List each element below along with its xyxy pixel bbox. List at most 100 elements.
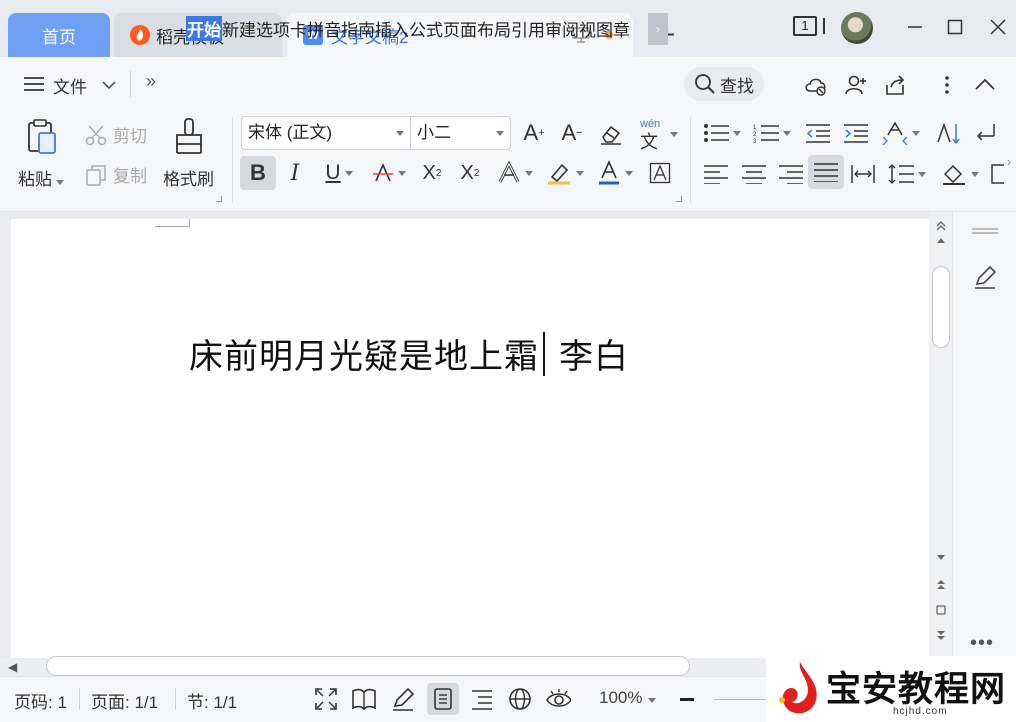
justify-icon[interactable] [808,155,844,189]
tab-new-option[interactable]: 新建选项卡 [222,16,307,41]
strikethrough-icon [373,163,393,182]
export-share-icon[interactable] [883,73,909,99]
panel-more-icon[interactable]: ••• [970,633,994,653]
highlight-button[interactable] [544,156,586,190]
font-name-select[interactable]: 宋体 (正文) [241,116,411,150]
zoom-slider[interactable] [714,699,766,700]
more-options-icon[interactable] [934,73,960,99]
font-color-button[interactable] [594,156,636,190]
copy-icon [86,164,106,186]
panel-drag-handle[interactable] [972,228,998,234]
show-marks-icon[interactable] [972,119,1000,147]
cut-button[interactable]: 剪切 [85,122,147,147]
section-status[interactable]: 节: 1/1 [187,688,237,713]
shading-button[interactable] [938,160,982,188]
web-view-icon[interactable] [507,686,533,712]
more-tabs-button[interactable]: » [146,71,156,92]
tab-pinyin-guide[interactable]: 拼音指南 [307,16,375,41]
eye-protection-icon[interactable] [545,686,571,712]
tab-home[interactable]: 首页 [8,13,110,57]
text-effect-button[interactable] [494,156,536,190]
align-left-icon[interactable] [702,160,730,188]
cloud-sync-icon[interactable] [804,73,830,99]
bold-button[interactable]: B [240,156,276,190]
tab-insert[interactable]: 插入 [375,16,409,41]
page-number-status[interactable]: 页码: 1 [14,688,67,713]
minimize-icon[interactable] [902,14,928,40]
previous-page-icon[interactable] [935,578,947,590]
hamburger-menu-icon[interactable] [24,76,44,95]
subscript-icon[interactable]: X2 [456,156,484,190]
reading-mode-icon[interactable] [351,686,377,712]
user-avatar[interactable] [841,12,873,44]
close-icon[interactable] [985,14,1011,40]
bullet-list-button[interactable] [702,119,742,147]
decrease-indent-icon[interactable] [804,119,832,147]
format-painter-button[interactable]: 格式刷 [163,117,214,190]
vertical-scroll-thumb[interactable] [932,266,950,348]
zoom-level-select[interactable]: 100% [599,688,657,708]
highlighter-icon [548,163,570,185]
collapse-ribbon-icon[interactable] [972,73,998,99]
italic-button[interactable]: I [282,156,308,190]
numbered-list-button[interactable]: 123 [752,119,792,147]
fullscreen-icon[interactable] [313,686,339,712]
chinese-layout-button[interactable] [880,118,922,148]
tab-review[interactable]: 审阅 [545,16,579,41]
zoom-out-button[interactable] [680,698,694,701]
tab-references[interactable]: 引用 [511,16,545,41]
tab-page-layout[interactable]: 页面布局 [443,16,511,41]
character-border-icon[interactable] [646,156,674,190]
tab-scroll-right-button[interactable]: › [648,13,668,45]
font-dialog-launcher[interactable] [676,196,682,202]
superscript-icon[interactable]: X2 [418,156,446,190]
scroll-top-icon[interactable] [935,220,947,232]
align-right-icon[interactable] [777,160,805,188]
pinyin-guide-icon[interactable]: wén 文 [636,118,678,152]
shrink-font-icon[interactable]: A − [558,119,586,147]
search-label: 查找 [720,76,754,96]
clipboard-dialog-launcher[interactable] [216,196,222,202]
maximize-icon[interactable] [942,14,968,40]
next-page-icon[interactable] [935,630,947,642]
distributed-align-icon[interactable] [849,160,877,188]
align-center-icon[interactable] [740,160,768,188]
chevron-down-icon[interactable] [102,77,116,93]
scroll-left-icon[interactable]: ◀ [8,660,17,674]
font-size-select[interactable]: 小二 [411,116,511,150]
share-user-icon[interactable] [843,73,869,99]
ribbon-divider [690,117,691,203]
document-body-text[interactable]: 床前明月光疑是地上霜 李白 [189,329,629,378]
tab-start[interactable]: 开始 [186,15,222,41]
grow-font-icon[interactable]: A + [520,119,548,147]
text-after-cursor: 李白 [559,337,629,377]
ribbon-scroll-right-icon[interactable]: › [1002,150,1016,174]
scroll-up-icon[interactable] [935,234,947,246]
strikethrough-button[interactable] [368,156,410,190]
docer-logo-icon [130,25,150,45]
text-direction-icon[interactable] [934,119,962,147]
tab-formula[interactable]: 公式 [409,16,443,41]
outline-view-icon[interactable] [469,686,495,712]
paste-button[interactable]: 粘贴 [18,117,64,190]
tab-chapter[interactable]: 章 [613,16,630,41]
search-button[interactable]: 查找 [684,67,764,101]
scroll-down-icon[interactable] [935,552,947,564]
workspace-count-badge[interactable]: 1 [793,16,817,36]
document-page[interactable] [11,219,929,658]
underline-label: U [325,161,341,184]
page-view-icon[interactable] [427,683,459,715]
increase-indent-icon[interactable] [842,119,870,147]
search-icon [695,74,715,94]
browse-object-icon[interactable] [935,604,947,616]
horizontal-scroll-thumb[interactable] [46,656,690,676]
edit-pen-icon[interactable] [972,264,998,293]
line-spacing-button[interactable] [886,160,928,188]
copy-button[interactable]: 复制 [85,162,147,187]
write-mode-icon[interactable] [390,686,416,712]
page-count-status[interactable]: 页面: 1/1 [91,688,158,713]
clear-format-icon[interactable] [597,120,625,148]
tab-view[interactable]: 视图 [579,16,613,41]
file-menu[interactable]: 文件 [53,73,87,98]
underline-button[interactable]: U [318,156,360,190]
